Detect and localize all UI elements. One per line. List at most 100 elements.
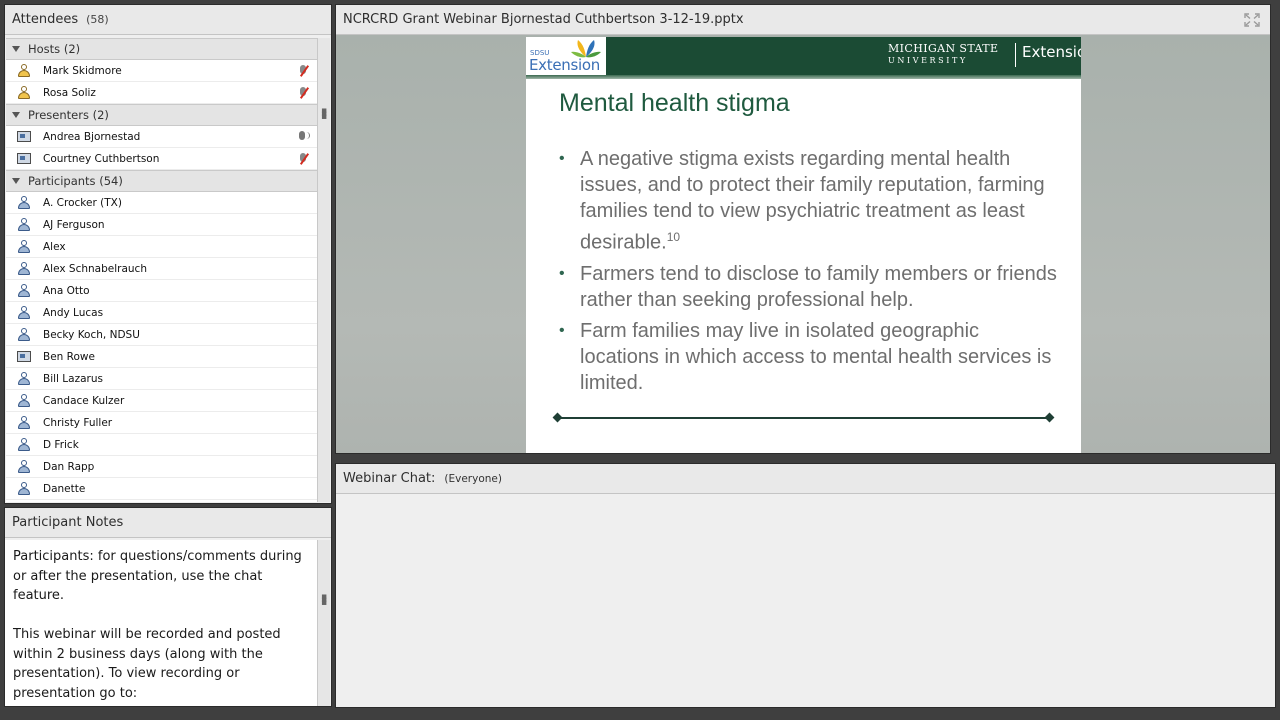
- leaf-logo-icon: [571, 40, 601, 58]
- participant-icon: [17, 372, 31, 386]
- participant-icon: [17, 394, 31, 408]
- attendee-row[interactable]: Danette: [6, 478, 320, 500]
- bullet-dot-icon: •: [559, 264, 565, 282]
- share-stage: SDSU Extension MICHIGAN STATE UNIVERSITY…: [336, 35, 1270, 453]
- attendees-header: Attendees (58): [5, 5, 331, 35]
- share-pod: NCRCRD Grant Webinar Bjornestad Cuthbert…: [335, 4, 1271, 454]
- mic-muted-icon: [297, 64, 311, 78]
- fullscreen-icon[interactable]: [1244, 13, 1260, 27]
- notes-pod: Participant Notes Participants: for ques…: [4, 507, 332, 707]
- chat-scope[interactable]: (Everyone): [444, 473, 502, 485]
- share-header: NCRCRD Grant Webinar Bjornestad Cuthbert…: [336, 5, 1270, 35]
- msu-wordmark: MICHIGAN STATE UNIVERSITY: [888, 43, 998, 67]
- sdsu-logo: SDSU Extension: [526, 37, 606, 75]
- attendee-row[interactable]: Andy Lucas: [6, 302, 320, 324]
- host-icon: [17, 86, 31, 100]
- attendee-name: D Frick: [43, 438, 79, 451]
- participant-icon: [17, 196, 31, 210]
- section-participants[interactable]: Participants (54): [6, 170, 320, 192]
- attendee-name: Candace Kulzer: [43, 394, 125, 407]
- presenter-icon: [17, 152, 31, 166]
- attendees-count: (58): [86, 13, 109, 26]
- attendee-name: Becky Koch, NDSU: [43, 328, 140, 341]
- attendee-row[interactable]: Alex: [6, 236, 320, 258]
- collapse-triangle-icon[interactable]: [12, 46, 20, 52]
- slide-banner: SDSU Extension MICHIGAN STATE UNIVERSITY…: [526, 37, 1081, 79]
- chat-pod: Webinar Chat: (Everyone): [335, 463, 1276, 708]
- participant-icon: [17, 482, 31, 496]
- participant-icon: [17, 262, 31, 276]
- notes-title: Participant Notes: [12, 515, 124, 530]
- attendee-row[interactable]: Bill Lazarus: [6, 368, 320, 390]
- attendee-row[interactable]: Candace Kulzer: [6, 390, 320, 412]
- attendee-row[interactable]: Dan Rapp: [6, 456, 320, 478]
- collapse-triangle-icon[interactable]: [12, 112, 20, 118]
- bullet-text: Farmers tend to disclose to family membe…: [580, 262, 1057, 311]
- slide-title: Mental health stigma: [559, 89, 790, 117]
- attendees-scrollbar[interactable]: ▪ ▪ ▪: [317, 38, 330, 502]
- bullet-text: Farm families may live in isolated geogr…: [580, 319, 1052, 394]
- attendee-row[interactable]: Christy Fuller: [6, 412, 320, 434]
- attendee-name: Mark Skidmore: [43, 64, 122, 77]
- presentation-slide: SDSU Extension MICHIGAN STATE UNIVERSITY…: [526, 37, 1081, 453]
- participant-icon: [17, 218, 31, 232]
- slide-divider-rule: [556, 417, 1051, 419]
- attendees-title: Attendees: [12, 12, 79, 27]
- bullet-dot-icon: •: [559, 150, 565, 167]
- attendee-name: AJ Ferguson: [43, 218, 105, 231]
- scroll-grip-icon[interactable]: ▪ ▪ ▪: [321, 107, 327, 122]
- msu-line1: MICHIGAN STATE: [888, 42, 999, 55]
- attendee-name: Rosa Soliz: [43, 86, 96, 99]
- bullet-dot-icon: •: [559, 321, 565, 339]
- attendee-row[interactable]: Alex Schnabelrauch: [6, 258, 320, 280]
- attendee-row[interactable]: Ana Otto: [6, 280, 320, 302]
- msu-extension-text: Extension: [1022, 43, 1081, 61]
- attendee-row[interactable]: D Frick: [6, 434, 320, 456]
- notes-content: Participants: for questions/comments dur…: [5, 540, 317, 706]
- mic-muted-icon: [297, 152, 311, 166]
- participant-icon: [17, 438, 31, 452]
- host-icon: [17, 64, 31, 78]
- notes-paragraph: Participants: for questions/comments dur…: [13, 549, 302, 603]
- participant-screen-icon: [17, 350, 31, 364]
- notes-scrollbar[interactable]: ▪ ▪ ▪: [317, 540, 330, 706]
- participant-icon: [17, 328, 31, 342]
- attendee-row[interactable]: Ben Rowe: [6, 346, 320, 368]
- chat-header: Webinar Chat: (Everyone): [336, 464, 1275, 494]
- notes-paragraph: This webinar will be recorded and posted…: [13, 627, 281, 701]
- slide-bullets: • A negative stigma exists regarding men…: [559, 146, 1059, 401]
- attendee-name: Christy Fuller: [43, 416, 113, 429]
- attendee-row[interactable]: Courtney Cuthbertson: [6, 148, 320, 170]
- attendee-row[interactable]: AJ Ferguson: [6, 214, 320, 236]
- section-participants-label: Participants (54): [28, 174, 123, 188]
- attendee-row[interactable]: Becky Koch, NDSU: [6, 324, 320, 346]
- attendee-name: Bill Lazarus: [43, 372, 103, 385]
- msu-divider: [1015, 43, 1016, 67]
- attendee-name: Dan Rapp: [43, 460, 95, 473]
- bullet-text: A negative stigma exists regarding menta…: [580, 148, 1045, 254]
- attendee-name: Andrea Bjornestad: [43, 130, 141, 143]
- presenter-icon: [17, 130, 31, 144]
- attendee-name: Courtney Cuthbertson: [43, 152, 160, 165]
- attendee-row[interactable]: A. Crocker (TX): [6, 192, 320, 214]
- participant-icon: [17, 240, 31, 254]
- attendee-row[interactable]: Rosa Soliz: [6, 82, 320, 104]
- attendee-name: A. Crocker (TX): [43, 196, 122, 209]
- attendee-row[interactable]: Andrea Bjornestad: [6, 126, 320, 148]
- participant-icon: [17, 416, 31, 430]
- collapse-triangle-icon[interactable]: [12, 178, 20, 184]
- section-hosts[interactable]: Hosts (2): [6, 38, 320, 60]
- participant-icon: [17, 460, 31, 474]
- attendee-name: Ana Otto: [43, 284, 90, 297]
- slide-bullet: • Farm families may live in isolated geo…: [559, 318, 1059, 396]
- participant-icon: [17, 284, 31, 298]
- attendee-list: Hosts (2) Mark Skidmore Rosa Soliz Prese…: [6, 38, 320, 502]
- scroll-grip-icon[interactable]: ▪ ▪ ▪: [321, 593, 327, 608]
- attendee-row[interactable]: Mark Skidmore: [6, 60, 320, 82]
- section-hosts-label: Hosts (2): [28, 42, 81, 56]
- section-presenters-label: Presenters (2): [28, 108, 109, 122]
- section-presenters[interactable]: Presenters (2): [6, 104, 320, 126]
- msu-line2: UNIVERSITY: [888, 56, 968, 65]
- notes-header: Participant Notes: [5, 508, 331, 538]
- chat-message-area[interactable]: [336, 496, 1275, 707]
